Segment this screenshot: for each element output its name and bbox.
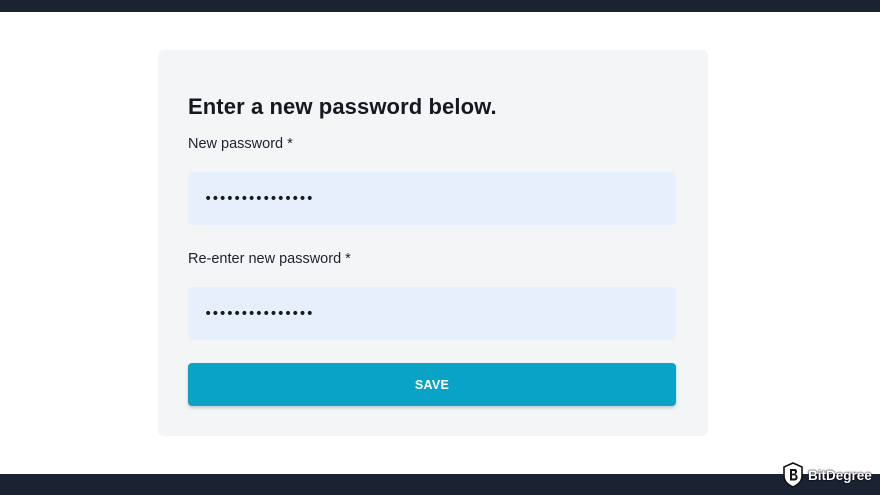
bitdegree-logo-icon bbox=[783, 462, 803, 488]
bottom-bar bbox=[0, 474, 880, 495]
save-button[interactable]: SAVE bbox=[188, 363, 676, 406]
bitdegree-watermark: BitDegree bbox=[782, 461, 872, 489]
reenter-password-input[interactable] bbox=[188, 287, 676, 340]
top-bar bbox=[0, 0, 880, 12]
reenter-password-label: Re-enter new password * bbox=[188, 251, 351, 267]
new-password-label: New password * bbox=[188, 136, 293, 152]
form-heading: Enter a new password below. bbox=[188, 94, 497, 119]
new-password-input[interactable] bbox=[188, 172, 676, 225]
reset-password-card: Enter a new password below. New password… bbox=[158, 50, 708, 436]
bitdegree-brand-text: BitDegree bbox=[808, 467, 872, 483]
